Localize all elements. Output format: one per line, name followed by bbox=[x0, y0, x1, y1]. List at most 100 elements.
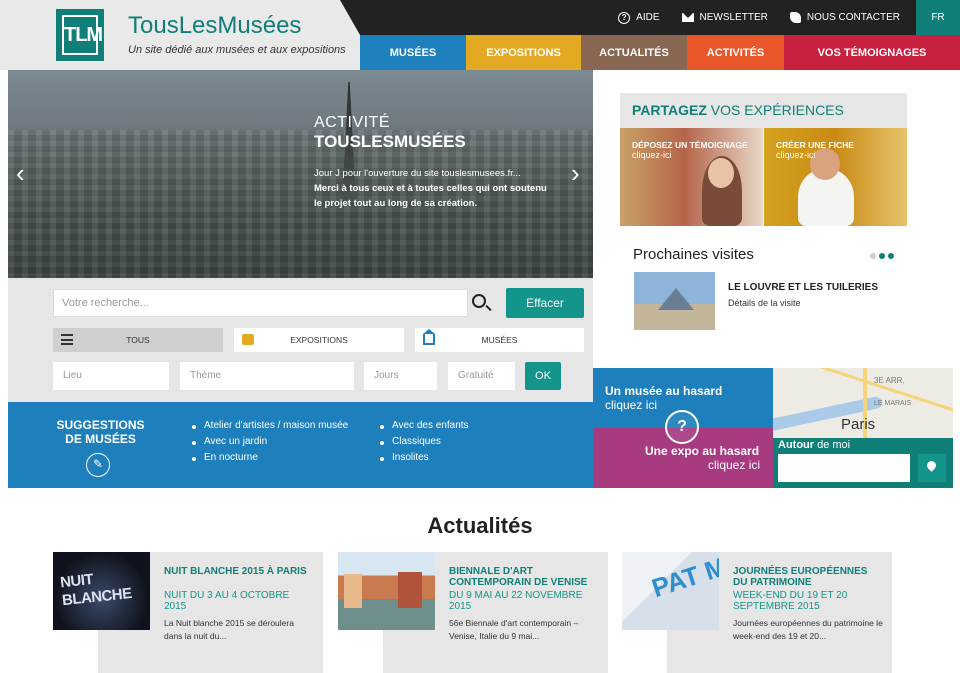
map-label: 3E ARR. bbox=[874, 376, 905, 385]
random-museum-title: Un musée au hasard bbox=[605, 384, 723, 398]
suggestions-title: SUGGESTIONS DE MUSÉES bbox=[56, 418, 145, 446]
museum-icon bbox=[423, 329, 435, 345]
hero-text: ACTIVITÉ TOUSLESMUSÉES Jour J pour l'ouv… bbox=[314, 114, 554, 211]
help-link[interactable]: ? AIDE bbox=[618, 11, 660, 24]
visit-details-link[interactable]: Détails de la visite bbox=[728, 298, 801, 308]
share-card-1-title: DÉPOSEZ UN TÉMOIGNAGE bbox=[632, 140, 748, 150]
suggestions-col-2: Avec des enfants Classiques Insolites bbox=[378, 418, 469, 466]
news-card[interactable]: BIENNALE D'ART CONTEMPORAIN DE VENISE DU… bbox=[338, 552, 608, 673]
logo-text: TLM bbox=[62, 15, 103, 55]
around-me-rest: de moi bbox=[814, 439, 851, 451]
main-nav: MUSÉES EXPOSITIONS ACTUALITÉS ACTIVITÉS … bbox=[360, 35, 960, 70]
nav-item-expositions[interactable]: EXPOSITIONS bbox=[466, 35, 581, 70]
header-logo-area: TLM TousLesMusées Un site dédié aux musé… bbox=[0, 0, 380, 70]
map-label-paris: Paris bbox=[841, 416, 876, 433]
nav-item-actualites[interactable]: ACTUALITÉS bbox=[581, 35, 687, 70]
map-preview[interactable]: 3E ARR. LE MARAIS Paris bbox=[773, 368, 953, 438]
suggestion-item[interactable]: Classiques bbox=[378, 434, 469, 450]
suggestion-item[interactable]: En nocturne bbox=[190, 450, 348, 466]
news-image-patrimoine[interactable]: PAT MOI bbox=[622, 552, 719, 630]
next-arrow-icon[interactable]: › bbox=[571, 160, 585, 186]
news-title[interactable]: NUIT BLANCHE 2015 À PARIS bbox=[164, 566, 314, 577]
news-image-text: PAT MOI bbox=[648, 552, 719, 604]
around-me-input[interactable] bbox=[778, 454, 910, 482]
help-icon: ? bbox=[618, 11, 631, 24]
search-input[interactable]: Votre recherche... bbox=[53, 289, 468, 317]
news-title[interactable]: JOURNÉES EUROPÉENNES DU PATRIMOINE bbox=[733, 566, 883, 588]
news-desc: Journées européennes du patrimoine le we… bbox=[733, 618, 883, 641]
tab-expositions-label: EXPOSITIONS bbox=[290, 335, 348, 345]
hero-slider[interactable]: ACTIVITÉ TOUSLESMUSÉES Jour J pour l'ouv… bbox=[8, 70, 593, 278]
search-icon[interactable] bbox=[472, 294, 486, 308]
louvre-thumbnail[interactable] bbox=[634, 272, 715, 330]
site-logo[interactable]: TLM bbox=[56, 9, 104, 61]
nav-item-temoignages[interactable]: VOS TÉMOIGNAGES bbox=[784, 35, 960, 70]
language-switch[interactable]: FR bbox=[916, 0, 960, 35]
around-me-label: Autour de moi bbox=[778, 439, 850, 451]
carousel-dot[interactable] bbox=[870, 253, 876, 259]
suggestion-item[interactable]: Atelier d'artistes / maison musée bbox=[190, 418, 348, 434]
suggestions-panel: SUGGESTIONS DE MUSÉES ✎ Atelier d'artist… bbox=[8, 402, 593, 488]
hero-label: ACTIVITÉ bbox=[314, 114, 391, 131]
carousel-dots[interactable] bbox=[870, 253, 894, 259]
tab-tous[interactable]: TOUS bbox=[53, 328, 223, 352]
field-theme[interactable]: Thème bbox=[180, 362, 354, 390]
random-museum-sub: cliquez ici bbox=[605, 398, 658, 412]
around-me-panel: Autour de moi bbox=[773, 438, 953, 488]
tab-musees[interactable]: MUSÉES bbox=[415, 328, 584, 352]
suggestion-item[interactable]: Avec un jardin bbox=[190, 434, 348, 450]
tab-expositions[interactable]: EXPOSITIONS bbox=[234, 328, 404, 352]
location-pin-icon[interactable] bbox=[918, 454, 946, 482]
upcoming-visits-heading: Prochaines visites bbox=[633, 246, 754, 263]
list-icon bbox=[61, 334, 73, 345]
suggestion-item[interactable]: Avec des enfants bbox=[378, 418, 469, 434]
hero-desc-1: Jour J pour l'ouverture du site touslesm… bbox=[314, 168, 521, 179]
pyramid-image bbox=[658, 288, 694, 310]
visit-title[interactable]: LE LOUVRE ET LES TUILERIES bbox=[728, 282, 878, 293]
phone-icon bbox=[789, 12, 801, 23]
news-title[interactable]: BIENNALE D'ART CONTEMPORAIN DE VENISE bbox=[449, 566, 599, 588]
carousel-dot[interactable] bbox=[888, 253, 894, 259]
news-card[interactable]: NUIT BLANCHE NUIT BLANCHE 2015 À PARIS N… bbox=[53, 552, 323, 673]
share-card-1-sub: cliquez-ici bbox=[632, 150, 672, 160]
building-shape bbox=[398, 572, 422, 608]
top-bar: ? AIDE NEWSLETTER NOUS CONTACTER bbox=[340, 0, 960, 35]
share-card-2-title: CRÉER UNE FICHE bbox=[776, 140, 854, 150]
news-image-text: NUIT BLANCHE bbox=[59, 570, 133, 610]
site-name[interactable]: TousLesMusées bbox=[128, 12, 301, 40]
share-title-bold: PARTAGEZ bbox=[632, 102, 707, 118]
news-heading: Actualités bbox=[427, 513, 533, 538]
prev-arrow-icon[interactable]: ‹ bbox=[16, 160, 30, 186]
nav-item-activites[interactable]: ACTIVITÉS bbox=[687, 35, 784, 70]
news-card[interactable]: PAT MOI JOURNÉES EUROPÉENNES DU PATRIMOI… bbox=[622, 552, 892, 673]
contact-link[interactable]: NOUS CONTACTER bbox=[789, 12, 900, 23]
news-desc: 56e Biennale d'art contemporain – Venise… bbox=[449, 618, 579, 641]
field-gratuite[interactable]: Gratuité bbox=[448, 362, 515, 390]
share-card-fiche[interactable]: CRÉER UNE FICHE cliquez-ici bbox=[764, 128, 907, 226]
news-date: NUIT DU 3 AU 4 OCTOBRE 2015 bbox=[164, 590, 290, 612]
news-image-venise[interactable] bbox=[338, 552, 435, 630]
clear-button[interactable]: Effacer bbox=[506, 288, 584, 318]
field-jours[interactable]: Jours bbox=[364, 362, 437, 390]
suggestions-col-1: Atelier d'artistes / maison musée Avec u… bbox=[190, 418, 348, 466]
share-heading: PARTAGEZ VOS EXPÉRIENCES bbox=[620, 93, 907, 128]
suggestion-item[interactable]: Insolites bbox=[378, 450, 469, 466]
share-card-temoignage[interactable]: DÉPOSEZ UN TÉMOIGNAGE cliquez-ici bbox=[620, 128, 763, 226]
carousel-dot-active[interactable] bbox=[879, 253, 885, 259]
hero-title: TOUSLESMUSÉES bbox=[314, 132, 466, 151]
envelope-icon bbox=[681, 13, 694, 22]
nav-item-musees[interactable]: MUSÉES bbox=[360, 35, 466, 70]
ok-button[interactable]: OK bbox=[525, 362, 561, 390]
question-icon: ? bbox=[665, 410, 699, 444]
share-title-rest: VOS EXPÉRIENCES bbox=[706, 102, 844, 118]
easel-icon bbox=[242, 334, 254, 345]
newsletter-link[interactable]: NEWSLETTER bbox=[681, 12, 768, 23]
random-expo-sub: cliquez ici bbox=[708, 458, 761, 472]
help-label: AIDE bbox=[636, 12, 660, 23]
page: TLM TousLesMusées Un site dédié aux musé… bbox=[0, 0, 960, 673]
news-desc: La Nuit blanche 2015 se déroulera dans l… bbox=[164, 618, 294, 641]
field-lieu[interactable]: Lieu bbox=[53, 362, 169, 390]
news-image-nuit-blanche[interactable]: NUIT BLANCHE bbox=[53, 552, 150, 630]
tab-musees-label: MUSÉES bbox=[481, 335, 518, 345]
news-date: DU 9 MAI AU 22 NOVEMBRE 2015 bbox=[449, 590, 583, 612]
